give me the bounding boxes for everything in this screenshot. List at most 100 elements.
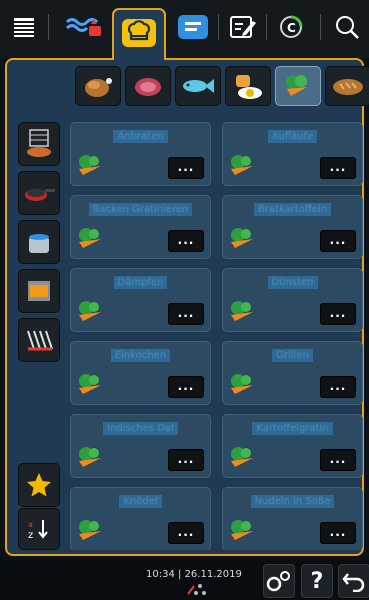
more-options-button[interactable]: ... (320, 157, 356, 179)
more-options-button[interactable]: ... (168, 376, 204, 398)
program-tile-grid: Anbraten... Aufläufe... Backen Gratinieren… (66, 118, 363, 550)
cooking-method-column (18, 122, 60, 367)
vegetables-icon (76, 299, 106, 327)
vegetables-icon (228, 153, 258, 181)
program-tile-label: Grillen (223, 349, 362, 362)
more-options-button[interactable]: ... (320, 230, 356, 252)
svg-text:z: z (28, 530, 33, 541)
vegetables-icon (76, 226, 106, 254)
grill-icon (27, 330, 53, 351)
vegetables-icon (228, 226, 258, 254)
connected-cooking-icon[interactable]: C (276, 10, 306, 44)
vegetables-icon (286, 75, 307, 96)
connection-status-icon (186, 582, 208, 599)
settings-button[interactable] (263, 564, 295, 598)
tab-connector (114, 55, 164, 63)
program-tile[interactable]: Dämpfen... (70, 268, 211, 332)
bread-icon (333, 79, 363, 95)
program-tile-label: Bratkartoffeln (223, 203, 362, 216)
top-navigation-bar: C (0, 0, 369, 66)
programs-list-icon[interactable] (176, 10, 210, 44)
category-fish-button[interactable] (175, 66, 221, 106)
date-text: 26.11.2019 (184, 569, 242, 580)
star-icon (27, 473, 51, 497)
vegetables-icon (76, 518, 106, 546)
vegetables-icon (228, 299, 258, 327)
category-filter-row (75, 66, 369, 106)
back-button[interactable] (338, 564, 369, 598)
method-pan-button[interactable] (18, 171, 60, 215)
more-options-button[interactable]: ... (320, 376, 356, 398)
search-icon[interactable] (332, 10, 362, 44)
more-options-button[interactable]: ... (320, 449, 356, 471)
vegetables-icon (76, 153, 106, 181)
category-egg-dishes-button[interactable] (225, 66, 271, 106)
poultry-icon (85, 78, 112, 97)
program-tile-label: Dämpfen (71, 276, 210, 289)
svg-text:a: a (28, 520, 33, 529)
edit-icon[interactable] (228, 10, 258, 44)
more-options-button[interactable]: ... (168, 522, 204, 544)
vegetables-icon (228, 372, 258, 400)
method-combi-steamer-button[interactable] (18, 122, 60, 166)
grill-rack-icon (27, 129, 51, 157)
meat-icon (135, 78, 161, 96)
frying-pan-icon (25, 189, 55, 201)
program-tile[interactable]: Grillen... (222, 341, 363, 405)
program-tile-label: Dünsten (223, 276, 362, 289)
method-grill-button[interactable] (18, 318, 60, 362)
egg-dish-icon (236, 75, 262, 99)
sort-az-icon: az (28, 520, 48, 541)
program-tile[interactable]: Anbraten... (70, 122, 211, 186)
clock-date: 10:34 | 26.11.2019 (146, 569, 242, 580)
program-tile-label: Backen Gratinieren (71, 203, 210, 216)
vegetables-icon (228, 518, 258, 546)
fish-icon (183, 79, 214, 93)
more-options-button[interactable]: ... (168, 449, 204, 471)
svg-text:C: C (287, 21, 296, 35)
program-tile[interactable]: Aufläufe... (222, 122, 363, 186)
status-bar: 10:34 | 26.11.2019 ? (0, 560, 369, 600)
program-tile[interactable]: Indisches Dal... (70, 414, 211, 478)
program-tile-label: Anbraten (71, 130, 210, 143)
baking-tray-icon (28, 281, 50, 301)
vegetables-icon (228, 445, 258, 473)
method-pot-button[interactable] (18, 220, 60, 264)
program-tile[interactable]: Nudeln in Soße... (222, 487, 363, 550)
back-arrow-icon (342, 573, 365, 592)
more-options-button[interactable]: ... (320, 303, 356, 325)
more-options-button[interactable]: ... (168, 303, 204, 325)
help-button[interactable]: ? (301, 564, 333, 598)
favorites-button[interactable] (18, 463, 60, 507)
chef-hat-icon (122, 19, 156, 47)
gears-icon (266, 571, 290, 592)
category-poultry-button[interactable] (75, 66, 121, 106)
program-tile[interactable]: Dünsten... (222, 268, 363, 332)
vegetables-icon (76, 445, 106, 473)
program-tile[interactable]: Knödel... (70, 487, 211, 550)
more-options-button[interactable]: ... (320, 522, 356, 544)
program-tile-label: Indisches Dal (71, 422, 210, 435)
program-tile[interactable]: Backen Gratinieren... (70, 195, 211, 259)
time-text: 10:34 (146, 569, 175, 580)
program-tile-label: Nudeln in Soße (223, 495, 362, 508)
program-tile[interactable]: Bratkartoffeln... (222, 195, 363, 259)
program-tile-label: Aufläufe (223, 130, 362, 143)
sort-alphabetical-button[interactable]: az (18, 508, 60, 550)
program-tile[interactable]: Kartoffelgratin... (222, 414, 363, 478)
vegetables-icon (76, 372, 106, 400)
category-vegetables-button[interactable] (275, 66, 321, 106)
category-baked-goods-button[interactable] (325, 66, 369, 106)
more-options-button[interactable]: ... (168, 157, 204, 179)
pot-icon (29, 234, 49, 253)
category-meat-button[interactable] (125, 66, 171, 106)
cooking-modes-icon[interactable] (64, 10, 104, 44)
program-tile-label: Kartoffelgratin (223, 422, 362, 435)
help-label: ? (310, 568, 324, 594)
program-tile-label: Einkochen (71, 349, 210, 362)
method-tray-button[interactable] (18, 269, 60, 313)
more-options-button[interactable]: ... (168, 230, 204, 252)
program-tile[interactable]: Einkochen... (70, 341, 211, 405)
menu-icon[interactable] (10, 10, 38, 44)
program-tile-label: Knödel (71, 495, 210, 508)
